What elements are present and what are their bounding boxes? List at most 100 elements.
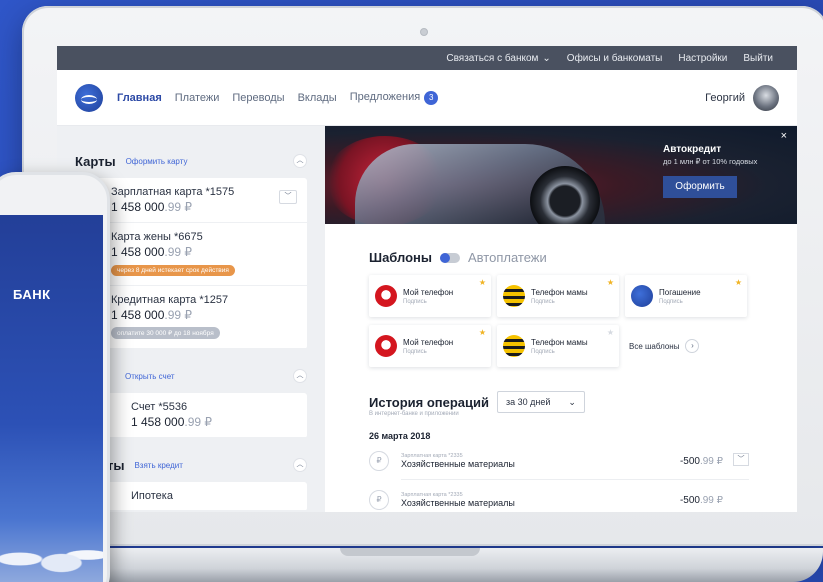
order-card-link[interactable]: Оформить карту <box>126 157 188 166</box>
nav-item-payments[interactable]: Платежи <box>175 92 220 104</box>
chevron-right-icon[interactable]: › <box>685 339 700 353</box>
open-account-link[interactable]: Открыть счет <box>125 372 175 381</box>
templates-header: Шаблоны Автоплатежи <box>325 224 797 265</box>
template-card[interactable]: Телефон мамы Подпись ★ <box>497 275 619 317</box>
operation-amount: -500.99 ₽ <box>679 455 723 467</box>
card-name: Карта жены *6675 <box>111 231 203 243</box>
nav-item-home[interactable]: Главная <box>117 92 162 104</box>
phone-screen: БАНК <box>0 215 103 582</box>
account-amount: 1 458 000.99 ₽ <box>131 415 213 429</box>
take-credit-link[interactable]: Взять кредит <box>134 461 182 470</box>
expiry-warning-badge: через 8 дней истекает срок действия <box>111 265 235 276</box>
operation-name: Хозяйственные материалы <box>401 459 515 469</box>
card-amount: 1 458 000.99 ₽ <box>111 200 193 214</box>
template-subtitle: Подпись <box>659 298 683 305</box>
account-name: Счет *5536 <box>131 401 188 413</box>
template-name: Мой телефон <box>403 287 454 297</box>
beeline-icon <box>503 285 525 307</box>
template-name: Телефон мамы <box>531 287 588 297</box>
car-wheel-image <box>530 166 600 224</box>
user-name: Георгий <box>705 91 745 104</box>
mts-icon <box>375 335 397 357</box>
chevron-down-icon: ⌄ <box>568 396 576 407</box>
operation-amount: -500.99 ₽ <box>679 494 723 506</box>
credit-name: Ипотека <box>131 490 173 502</box>
main-nav: Главная Платежи Переводы Вклады Предложе… <box>57 70 797 126</box>
operation-row[interactable]: ₽ Зарплатная карта *2335 Хозяйственные м… <box>325 480 797 510</box>
nav-item-deposits[interactable]: Вклады <box>298 92 337 104</box>
template-name: Погашение <box>659 287 701 297</box>
promo-subtitle: до 1 млн ₽ от 10% годовых <box>663 157 758 166</box>
template-name: Мой телефон <box>403 337 454 347</box>
offices-link[interactable]: Офисы и банкоматы <box>567 53 663 64</box>
bank-icon <box>631 285 653 307</box>
star-icon[interactable]: ★ <box>479 328 486 337</box>
promo-title: Автокредит <box>663 144 722 155</box>
chevron-down-icon[interactable]: ⌄ <box>542 53 550 64</box>
template-subtitle: Подпись <box>531 298 555 305</box>
bank-logo-icon[interactable] <box>75 83 103 112</box>
templates-grid: Мой телефон Подпись ★ Телефон мамы Подпись… <box>325 265 797 367</box>
laptop-screen: Связаться с банком ⌄ Офисы и банкоматы Н… <box>57 46 797 512</box>
cards-section-header: Карты Оформить карту ︿ <box>57 144 325 178</box>
card-name: Кредитная карта *1257 <box>111 294 229 306</box>
template-card[interactable]: Мой телефон Подпись ★ <box>369 275 491 317</box>
template-name: Телефон мамы <box>531 337 588 347</box>
nav-item-offers[interactable]: Предложения 3 <box>349 90 439 105</box>
collapse-cards-button[interactable]: ︿ <box>293 154 307 168</box>
promo-banner[interactable]: Автокредит до 1 млн ₽ от 10% годовых Офо… <box>325 126 797 224</box>
template-subtitle: Подпись <box>403 298 427 305</box>
star-icon[interactable]: ★ <box>735 278 742 287</box>
star-icon[interactable]: ★ <box>607 278 614 287</box>
card-name: Зарплатная карта *1575 <box>111 186 235 198</box>
nav-item-transfers[interactable]: Переводы <box>232 92 284 104</box>
close-icon[interactable]: × <box>781 130 787 142</box>
autopayments-tab[interactable]: Автоплатежи <box>468 250 547 265</box>
ruble-icon: ₽ <box>369 490 389 510</box>
card-amount: 1 458 000.99 ₽ <box>111 245 193 259</box>
operation-dropdown-button[interactable]: ﹀ <box>733 453 749 466</box>
collapse-credits-button[interactable]: ︿ <box>293 458 307 472</box>
template-card[interactable]: Телефон мамы Подпись ★ <box>497 325 619 367</box>
beeline-icon <box>503 335 525 357</box>
card-dropdown-button[interactable]: ﹀ <box>279 190 297 204</box>
contact-bank-link[interactable]: Связаться с банком <box>446 53 538 64</box>
history-title: История операций <box>369 394 490 410</box>
phone-bank-name: БАНК <box>13 287 51 302</box>
camera <box>420 28 428 36</box>
cards-title: Карты <box>75 153 116 169</box>
promo-content: Автокредит до 1 млн ₽ от 10% годовых Офо… <box>663 144 757 198</box>
user-menu[interactable]: Георгий <box>705 84 779 111</box>
templates-tab[interactable]: Шаблоны <box>369 250 432 265</box>
mts-icon <box>375 285 397 307</box>
phone-mockup: БАНК <box>0 172 110 582</box>
period-value: за 30 дней <box>506 397 551 407</box>
clouds-image <box>0 535 103 575</box>
top-bar: Связаться с банком ⌄ Офисы и банкоматы Н… <box>57 46 797 70</box>
template-card[interactable]: Погашение Подпись ★ <box>625 275 747 317</box>
nav-item-offers-label: Предложения <box>349 90 421 103</box>
templates-toggle[interactable] <box>439 252 460 263</box>
logout-link[interactable]: Выйти <box>743 53 773 64</box>
avatar[interactable] <box>753 84 779 111</box>
collapse-accounts-button[interactable]: ︿ <box>293 369 307 383</box>
star-icon[interactable]: ★ <box>479 278 486 287</box>
template-subtitle: Подпись <box>403 348 427 355</box>
payment-due-badge: оплатите 30 000 ₽ до 18 ноября <box>111 327 220 339</box>
settings-link[interactable]: Настройки <box>678 53 727 64</box>
ruble-icon: ₽ <box>369 451 389 471</box>
all-templates-link[interactable]: Все шаблоны › <box>625 325 747 367</box>
template-card[interactable]: Мой телефон Подпись ★ <box>369 325 491 367</box>
history-header: История операций за 30 дней ⌄ <box>325 367 797 413</box>
offers-badge: 3 <box>424 90 439 105</box>
history-date: 26 марта 2018 <box>369 431 431 441</box>
all-templates-label: Все шаблоны <box>629 341 680 351</box>
laptop-notch <box>340 548 480 556</box>
operation-name: Хозяйственные материалы <box>401 498 515 508</box>
apply-button[interactable]: Оформить <box>663 176 737 198</box>
star-icon[interactable]: ★ <box>607 328 614 337</box>
operation-row[interactable]: ₽ Зарплатная карта *2335 Хозяйственные м… <box>325 441 797 471</box>
card-amount: 1 458 000.99 ₽ <box>111 308 193 322</box>
period-select[interactable]: за 30 дней ⌄ <box>497 391 585 413</box>
template-subtitle: Подпись <box>531 348 555 355</box>
